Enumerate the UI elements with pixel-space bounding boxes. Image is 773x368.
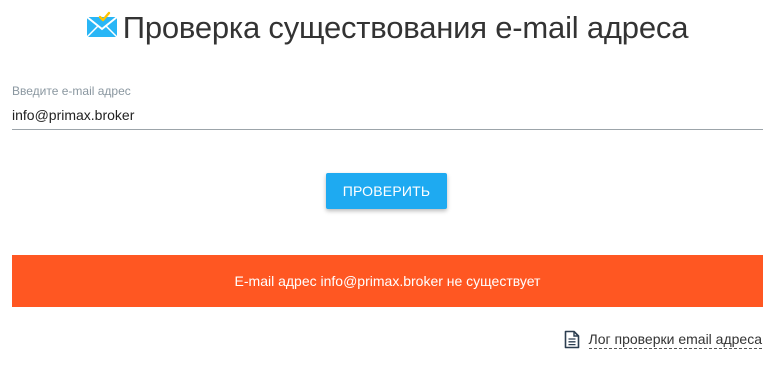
log-link[interactable]: Лог проверки email адреса: [564, 330, 762, 349]
result-banner: E-mail адрес info@primax.broker не сущес…: [12, 255, 763, 307]
check-button[interactable]: ПРОВЕРИТЬ: [326, 173, 447, 209]
log-link-label: Лог проверки email адреса: [588, 330, 762, 349]
page-header: Проверка существования e-mail адреса: [0, 10, 773, 46]
email-field-label: Введите e-mail адрес: [12, 84, 131, 98]
email-input[interactable]: [12, 100, 763, 130]
result-message: E-mail адрес info@primax.broker не сущес…: [234, 273, 541, 289]
document-icon: [564, 330, 580, 349]
page-title: Проверка существования e-mail адреса: [122, 10, 689, 45]
email-check-page: Проверка существования e-mail адреса Вве…: [0, 0, 773, 368]
envelope-check-icon: [85, 11, 119, 41]
email-field-group: Введите e-mail адрес: [12, 84, 763, 130]
